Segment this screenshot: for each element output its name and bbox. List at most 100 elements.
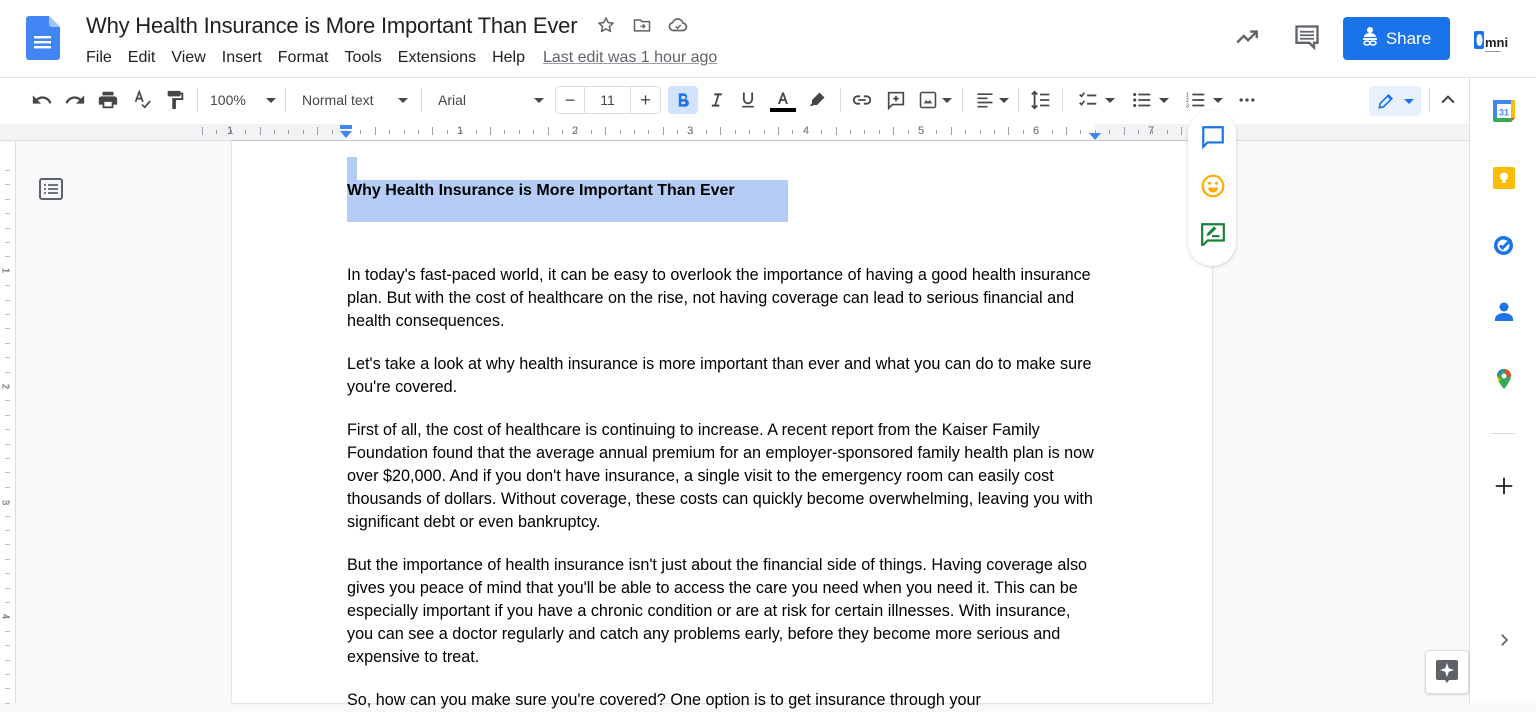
add-comment-icon[interactable] [1200, 124, 1226, 150]
print-icon[interactable] [96, 86, 120, 114]
add-emoji-reaction-icon[interactable] [1200, 173, 1226, 199]
ruler-tick [403, 130, 405, 134]
vertical-ruler-tick [5, 414, 10, 416]
bulleted-list-button[interactable] [1126, 86, 1174, 114]
menu-edit[interactable]: Edit [120, 47, 164, 69]
ruler-tick [1008, 127, 1010, 135]
ruler-tick [504, 130, 506, 134]
contacts-icon[interactable] [1490, 298, 1518, 326]
paragraph[interactable]: Let's take a look at why health insuranc… [347, 353, 1099, 399]
italic-icon[interactable] [703, 86, 729, 114]
spellcheck-icon[interactable] [130, 86, 154, 114]
menu-help[interactable]: Help [484, 47, 533, 69]
vertical-ruler-tick [5, 515, 10, 517]
numbered-list-button[interactable]: 123 [1180, 86, 1228, 114]
text-color-button[interactable] [768, 86, 798, 114]
account-avatar[interactable]: mni [1474, 27, 1508, 57]
document-title[interactable]: Why Health Insurance is More Important T… [86, 13, 578, 39]
comment-history-icon[interactable] [1292, 22, 1322, 52]
vertical-ruler-tick [5, 544, 10, 546]
ruler-tick [216, 130, 218, 134]
menu-view[interactable]: View [163, 47, 213, 69]
toolbar-divider [840, 88, 841, 112]
menu-format[interactable]: Format [270, 47, 337, 69]
vertical-ruler-tick [5, 472, 10, 474]
cloud-saved-icon[interactable] [667, 14, 689, 36]
keep-icon[interactable] [1490, 164, 1518, 192]
svg-text:mni: mni [1485, 35, 1508, 50]
paragraph[interactable]: So, how can you make sure you're covered… [347, 689, 1099, 712]
checklist-button[interactable] [1072, 86, 1120, 114]
ruler-tick [475, 130, 477, 134]
paragraph[interactable]: But the importance of health insurance i… [347, 554, 1099, 669]
menu-file[interactable]: File [78, 47, 120, 69]
document-outline-icon[interactable] [38, 177, 64, 201]
ruler-tick [533, 130, 535, 134]
explore-assistant-button[interactable] [1425, 650, 1469, 694]
ruler-tick [259, 127, 261, 135]
decrease-font-size-button[interactable]: − [556, 87, 585, 113]
align-button[interactable] [972, 86, 1012, 114]
document-heading[interactable]: Why Health Insurance is More Important T… [347, 182, 735, 200]
docs-logo-icon[interactable] [26, 16, 60, 60]
bold-button[interactable] [668, 86, 698, 114]
font-family-select[interactable]: Arial [432, 86, 550, 114]
font-size-input[interactable]: 11 [585, 87, 631, 113]
zoom-select[interactable]: 100% [206, 86, 280, 114]
ruler-tick [619, 130, 621, 134]
more-options-icon[interactable] [1234, 86, 1260, 114]
paragraph[interactable]: First of all, the cost of healthcare is … [347, 419, 1099, 534]
line-spacing-icon[interactable] [1027, 86, 1055, 114]
star-icon[interactable] [595, 14, 617, 36]
move-to-folder-icon[interactable] [631, 14, 653, 36]
add-icon[interactable] [1490, 472, 1518, 500]
editing-mode-button[interactable] [1369, 86, 1421, 116]
undo-icon[interactable] [30, 86, 54, 114]
hide-menus-chevron-up-icon[interactable] [1434, 86, 1462, 114]
ruler-tick [691, 130, 693, 134]
ruler-tick [994, 130, 995, 134]
increase-font-size-button[interactable]: + [631, 87, 660, 113]
ruler-tick [389, 130, 391, 134]
chevron-down-icon [534, 97, 544, 103]
ruler-tick [230, 130, 232, 134]
paragraph-style-select[interactable]: Normal text [296, 86, 414, 114]
share-button[interactable]: Share [1343, 17, 1450, 60]
vertical-ruler-tick [5, 659, 10, 661]
ruler-tick [1109, 130, 1111, 134]
underline-icon[interactable] [735, 86, 761, 114]
toolbar-divider [1062, 88, 1063, 112]
redo-icon[interactable] [63, 86, 87, 114]
insert-link-icon[interactable] [848, 86, 876, 114]
ruler-tick [1037, 130, 1039, 134]
vertical-ruler-tick [5, 458, 10, 459]
ruler-tick [1022, 130, 1024, 134]
ruler-tick [331, 130, 333, 134]
vertical-ruler-label: 1 [0, 267, 11, 274]
chevron-down-icon [942, 97, 952, 103]
suggest-edits-icon[interactable] [1200, 221, 1226, 247]
horizontal-ruler[interactable]: 1 1 2 3 4 5 6 7 [0, 124, 1469, 141]
menu-tools[interactable]: Tools [336, 47, 389, 69]
menu-extensions[interactable]: Extensions [390, 47, 484, 69]
chevron-right-icon[interactable] [1490, 626, 1518, 654]
add-comment-icon[interactable] [882, 86, 910, 114]
tasks-icon[interactable] [1490, 231, 1518, 259]
menu-insert[interactable]: Insert [214, 47, 270, 69]
calendar-icon[interactable]: 31 [1490, 97, 1518, 125]
last-edit-link[interactable]: Last edit was 1 hour ago [543, 49, 717, 67]
paint-format-icon[interactable] [163, 86, 187, 114]
document-page[interactable]: Why Health Insurance is More Important T… [232, 141, 1212, 709]
chevron-down-icon [398, 97, 408, 103]
maps-icon[interactable] [1490, 365, 1518, 393]
ruler-tick [302, 130, 304, 134]
ruler-tick [1152, 130, 1154, 134]
activity-trend-icon[interactable] [1232, 22, 1262, 52]
highlight-color-icon[interactable] [804, 86, 830, 114]
toolbar-divider [421, 88, 422, 112]
insert-image-button[interactable] [914, 86, 956, 114]
vertical-ruler[interactable]: 1 2 3 4 [0, 141, 16, 704]
paragraph[interactable]: In today's fast-paced world, it can be e… [347, 264, 1099, 333]
toolbar-divider [962, 88, 963, 112]
ruler-tick [547, 127, 549, 135]
